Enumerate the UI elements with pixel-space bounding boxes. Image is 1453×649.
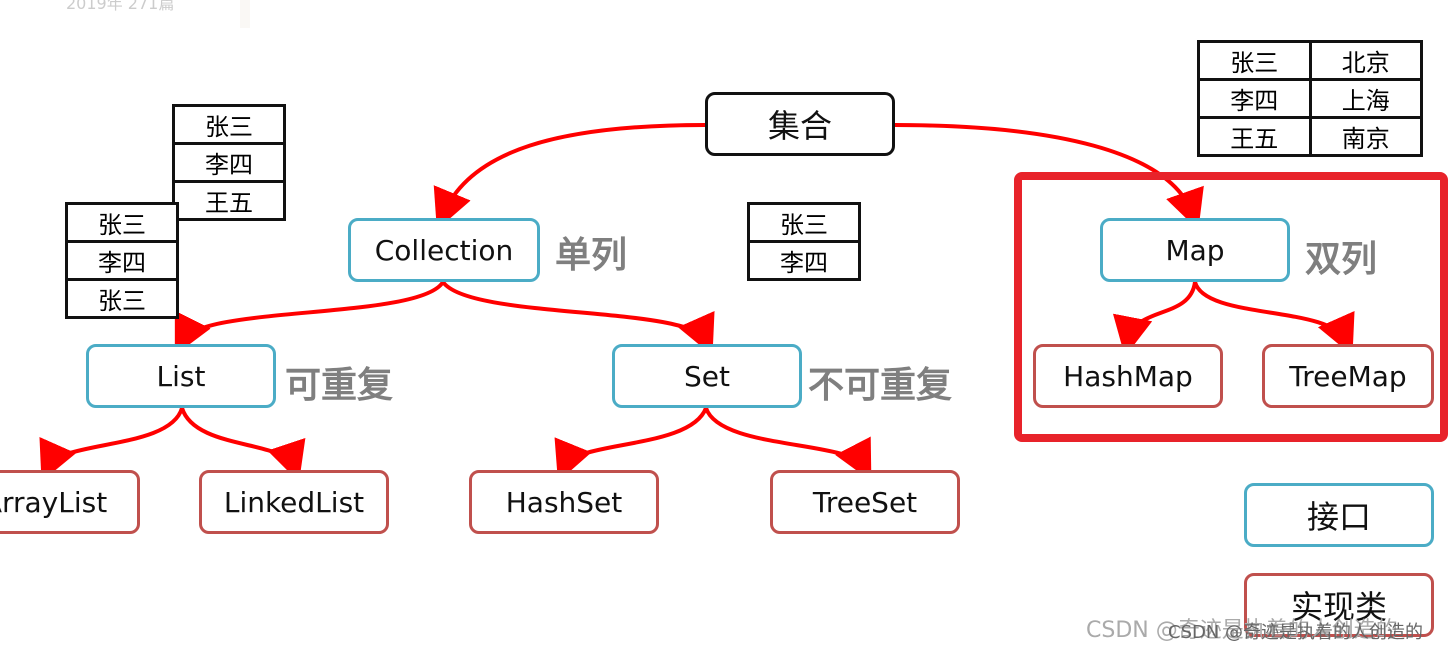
list-table-b: 张三 李四 张三 [65, 202, 179, 319]
treeset-node: TreeSet [770, 470, 960, 534]
treemap-label: TreeMap [1289, 359, 1407, 393]
collection-node: Collection [348, 218, 540, 282]
hashset-label: HashSet [505, 485, 623, 519]
cell: 李四 [1197, 78, 1312, 119]
arrow-map-hashmap [1112, 281, 1197, 357]
cell: 张三 [65, 202, 179, 243]
note-single: 单列 [555, 235, 628, 276]
hashmap-node: HashMap [1033, 344, 1223, 408]
arrow-set-treeset [704, 407, 872, 482]
arraylist-label: ArrayList [0, 485, 108, 519]
set-table: 张三 李四 [747, 202, 861, 281]
legend-interface-label: 接口 [1306, 498, 1371, 536]
set-label: Set [684, 359, 730, 393]
arrow-set-hashset [554, 407, 708, 482]
watermark-overlay: CSDN @奇迹是执着的人创造的 [1168, 622, 1424, 643]
cell: 王五 [1197, 116, 1312, 157]
hashset-node: HashSet [469, 470, 659, 534]
arrow-list-arraylist [39, 407, 184, 482]
arrow-map-treemap [1193, 281, 1355, 356]
hashmap-label: HashMap [1063, 359, 1193, 393]
arraylist-node: ArrayList [0, 470, 140, 534]
map-table: 张三 北京 李四 上海 王五 南京 [1197, 40, 1423, 157]
cell: 李四 [65, 240, 179, 281]
cell: 张三 [747, 202, 861, 243]
map-node: Map [1100, 218, 1290, 282]
legend-interface: 接口 [1244, 483, 1434, 547]
cell: 李四 [172, 142, 286, 183]
cell: 李四 [747, 240, 861, 281]
set-node: Set [612, 344, 802, 408]
cell: 北京 [1308, 40, 1423, 81]
note-non-repeatable: 不可重复 [808, 365, 953, 406]
note-repeatable: 可重复 [285, 365, 394, 406]
cell: 张三 [1197, 40, 1312, 81]
linkedlist-label: LinkedList [223, 485, 365, 519]
list-label: List [156, 359, 206, 393]
cell: 上海 [1308, 78, 1423, 119]
list-node: List [86, 344, 276, 408]
treeset-label: TreeSet [812, 485, 918, 519]
treemap-node: TreeMap [1262, 344, 1434, 408]
cell: 南京 [1308, 116, 1423, 157]
cell: 王五 [172, 180, 286, 221]
root-node: 集合 [705, 92, 895, 156]
arrow-root-map [894, 123, 1204, 231]
root-label: 集合 [767, 107, 832, 145]
cell: 张三 [172, 104, 286, 145]
linkedlist-node: LinkedList [199, 470, 389, 534]
arrow-list-linkedlist [180, 407, 306, 483]
collection-label: Collection [374, 233, 514, 267]
list-table-a: 张三 李四 王五 [172, 104, 286, 221]
arrow-collection-list [174, 280, 445, 356]
map-label: Map [1165, 233, 1225, 267]
cell: 张三 [65, 278, 179, 319]
arrow-root-collection [433, 123, 706, 230]
note-double: 双列 [1305, 239, 1378, 280]
arrow-collection-set [441, 280, 715, 356]
